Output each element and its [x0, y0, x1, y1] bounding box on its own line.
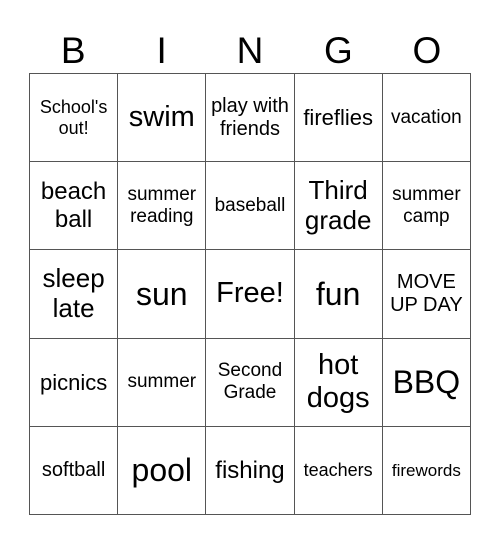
bingo-cell: fireflies	[293, 72, 383, 163]
bingo-cell: Free!	[205, 249, 295, 339]
bingo-cell: School's out!	[28, 72, 119, 163]
header-letter-b: B	[60, 30, 86, 71]
bingo-cell: baseball	[205, 161, 295, 251]
grid-row: beach ball summer reading baseball Third…	[28, 161, 472, 251]
bingo-cell: Second Grade	[205, 337, 295, 427]
bingo-cell: fishing	[205, 425, 295, 516]
bingo-cell: hot dogs	[293, 337, 383, 427]
bingo-cell: picnics	[28, 337, 119, 427]
bingo-cell: summer camp	[381, 161, 472, 251]
grid-row: sleep late sun Free! fun MOVE UP DAY	[28, 249, 472, 339]
bingo-cell: play with friends	[205, 72, 295, 163]
bingo-cell: vacation	[381, 72, 472, 163]
bingo-cell: firewords	[381, 425, 472, 516]
grid-row: School's out! swim play with friends fir…	[28, 72, 472, 163]
bingo-cell: beach ball	[28, 161, 119, 251]
bingo-cell: sun	[117, 249, 207, 339]
bingo-grid: School's out! swim play with friends fir…	[28, 72, 472, 516]
bingo-cell: summer reading	[117, 161, 207, 251]
header-letter-g: G	[324, 30, 353, 71]
bingo-cell: teachers	[293, 425, 383, 516]
bingo-cell: pool	[117, 425, 207, 516]
bingo-cell: swim	[117, 72, 207, 163]
header-letter-o: O	[412, 30, 442, 71]
grid-row: picnics summer Second Grade hot dogs BBQ	[28, 337, 472, 427]
bingo-cell: BBQ	[381, 337, 472, 427]
grid-row: softball pool fishing teachers firewords	[28, 425, 472, 516]
bingo-cell: summer	[117, 337, 207, 427]
header-letter-n: N	[236, 30, 264, 71]
bingo-cell: Third grade	[293, 161, 383, 251]
bingo-cell: softball	[28, 425, 119, 516]
bingo-cell: sleep late	[28, 249, 119, 339]
bingo-cell: fun	[293, 249, 383, 339]
bingo-header: B I N G O	[29, 30, 471, 72]
bingo-cell: MOVE UP DAY	[381, 249, 472, 339]
header-letter-i: I	[156, 30, 167, 71]
